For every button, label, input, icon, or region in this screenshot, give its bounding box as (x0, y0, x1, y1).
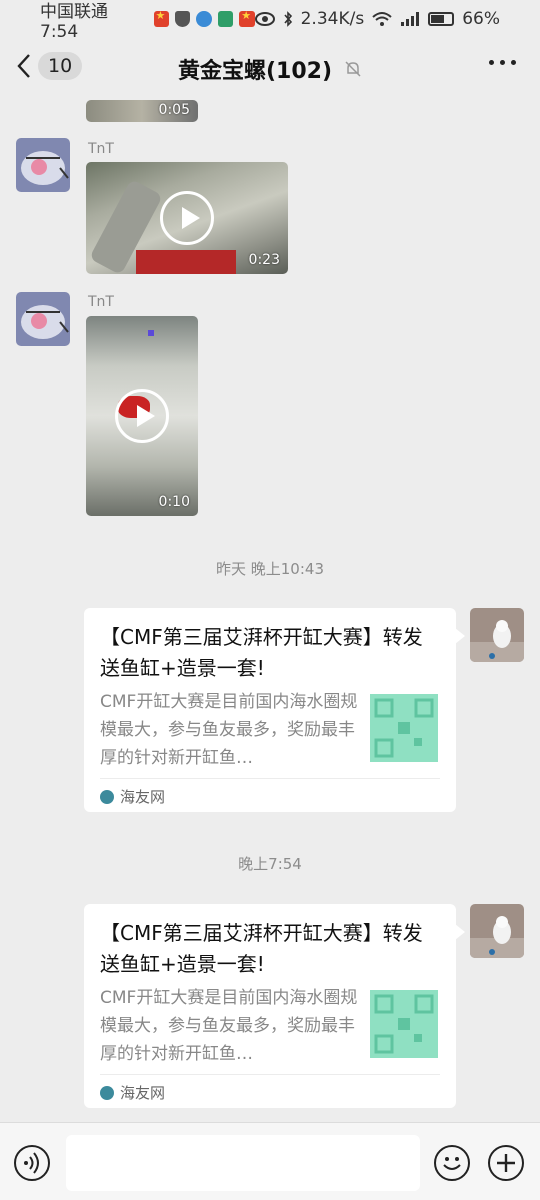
battery-icon (428, 12, 455, 26)
source-logo-icon (100, 789, 114, 804)
video-message[interactable]: 0:23 (86, 162, 288, 274)
self-avatar[interactable] (470, 608, 524, 662)
chat-title: 黄金宝螺(102) (177, 59, 333, 84)
carrier-time: 中国联通 7:54 (40, 1, 108, 42)
qr-code-thumbnail (370, 990, 438, 1058)
sender-name: TnT (88, 141, 114, 157)
eye-icon (254, 12, 275, 26)
net-speed: 2.34K/s (300, 9, 365, 29)
unread-count-badge: 10 (38, 52, 83, 80)
video-duration: 0:10 (158, 494, 190, 510)
timestamp: 昨天 晚上10:43 (216, 560, 324, 578)
notification-flag-icon (239, 9, 255, 27)
input-bar (0, 1122, 540, 1200)
battery-percent: 66% (462, 9, 500, 29)
signal-icon (401, 12, 420, 26)
card-description: CMF开缸大赛是目前国内海水圈规模最大，参与鱼友最多，奖励最丰厚的针对新开缸鱼… (100, 692, 358, 768)
cat-avatar-icon (470, 608, 524, 662)
shark-avatar-icon (16, 292, 70, 346)
plus-icon (497, 1154, 515, 1172)
shield-icon (174, 11, 191, 27)
timestamp: 晚上7:54 (238, 855, 302, 873)
play-icon (160, 191, 214, 245)
card-description: CMF开缸大赛是目前国内海水圈规模最大，参与鱼友最多，奖励最丰厚的针对新开缸鱼… (100, 988, 358, 1064)
more-options-button[interactable] (489, 60, 516, 65)
self-avatar[interactable] (470, 904, 524, 958)
emoji-button[interactable] (434, 1145, 470, 1181)
video-message-partial[interactable]: 0:05 (86, 100, 198, 122)
qr-code-thumbnail (370, 694, 438, 762)
bluetooth-icon (284, 11, 292, 27)
card-title: 【CMF第三届艾湃杯开缸大赛】转发送鱼缸+造景一套! (100, 625, 423, 680)
wifi-icon (372, 12, 392, 26)
app-notification-icon (217, 11, 234, 27)
avatar[interactable] (16, 292, 70, 346)
link-card[interactable]: 【CMF第三届艾湃杯开缸大赛】转发送鱼缸+造景一套! CMF开缸大赛是目前国内海… (84, 904, 465, 1108)
video-duration: 0:23 (248, 252, 280, 268)
chat-header: 10 黄金宝螺(102) (0, 38, 540, 100)
shark-avatar-icon (16, 138, 70, 192)
card-title: 【CMF第三届艾湃杯开缸大赛】转发送鱼缸+造景一套! (100, 921, 423, 976)
message-input[interactable] (66, 1135, 420, 1191)
play-icon (115, 389, 169, 443)
status-bar: 中国联通 7:54 2.34K/s 66% (0, 0, 540, 42)
avatar[interactable] (16, 138, 70, 192)
sender-name: TnT (88, 294, 114, 310)
bell-off-icon (345, 61, 361, 77)
video-message[interactable]: 0:10 (86, 316, 198, 516)
card-source: 海友网 (100, 1082, 165, 1103)
source-name: 海友网 (120, 788, 166, 806)
link-card[interactable]: 【CMF第三届艾湃杯开缸大赛】转发送鱼缸+造景一套! CMF开缸大赛是目前国内海… (84, 608, 465, 812)
source-name: 海友网 (120, 1084, 166, 1102)
cat-avatar-icon (470, 904, 524, 958)
back-button[interactable]: 10 (16, 52, 83, 80)
video-duration: 0:05 (158, 102, 190, 118)
more-functions-button[interactable] (488, 1145, 524, 1181)
voice-input-button[interactable] (14, 1145, 50, 1181)
card-source: 海友网 (100, 786, 165, 807)
chevron-left-icon (17, 54, 30, 78)
emoji-icon (443, 1157, 461, 1170)
voice-icon (24, 1152, 39, 1174)
notification-flag-icon (153, 9, 169, 27)
more-dots-icon (489, 60, 494, 65)
source-logo-icon (100, 1085, 114, 1100)
globe-icon (196, 11, 212, 27)
